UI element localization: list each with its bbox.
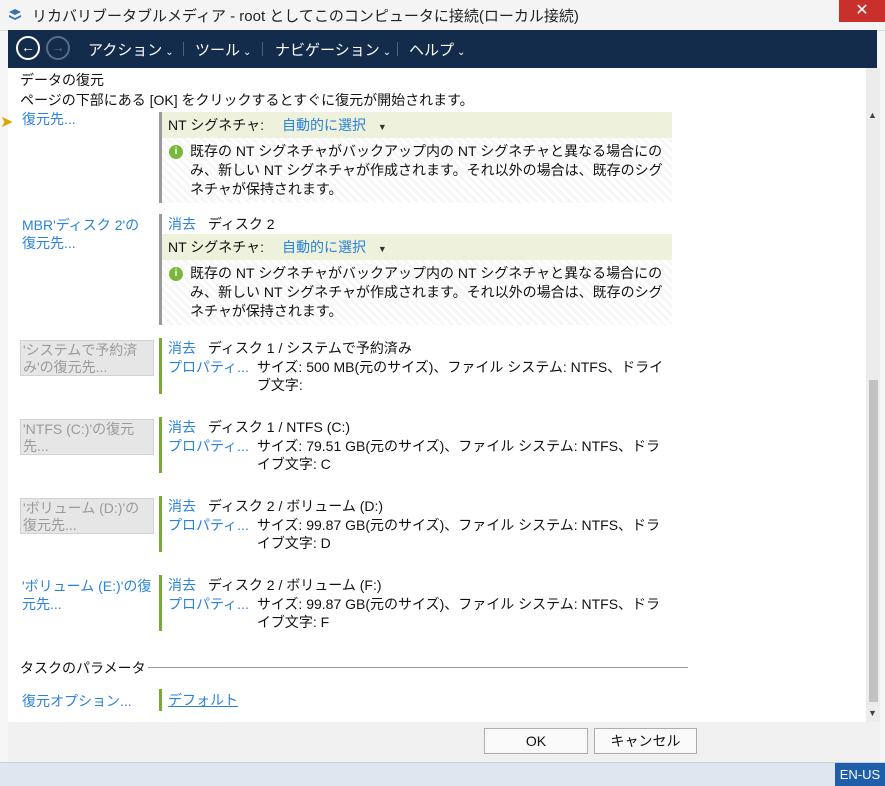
target-text: ディスク 2: [207, 216, 275, 232]
menu-navigation-label: ナビゲーション: [275, 42, 380, 59]
ntfs-c-panel: 消去 ディスク 1 / NTFS (C:) プロパティ... サイズ: 79.5…: [159, 417, 672, 473]
properties-details: サイズ: 99.87 GB(元のサイズ)、ファイル システム: NTFS、ドライ…: [256, 596, 661, 630]
mbr-disk2-panel: 消去 ディスク 2 NT シグネチャ: 自動的に選択 ▼ i 既存の NT シグ…: [159, 214, 672, 325]
task-params-title: タスクのパラメータ: [20, 660, 146, 676]
forward-button[interactable]: →: [46, 36, 70, 60]
menu-separator: [397, 42, 398, 56]
properties-line: プロパティ... サイズ: 99.87 GB(元のサイズ)、ファイル システム:…: [162, 516, 672, 552]
properties-line: プロパティ... サイズ: 79.51 GB(元のサイズ)、ファイル システム:…: [162, 437, 672, 473]
back-arrow-icon: ←: [21, 39, 35, 55]
ntfs-c-restore-button[interactable]: 'NTFS (C:)'の復元先...: [20, 419, 154, 455]
window-title: リカバリブータブルメディア - root としてこのコンピュータに接続(ローカル…: [32, 8, 579, 25]
properties-link[interactable]: プロパティ...: [168, 516, 249, 552]
properties-link[interactable]: プロパティ...: [168, 358, 249, 394]
mbr-disk2-restore-link[interactable]: MBR'ディスク 2'の復元先...: [22, 216, 152, 252]
menu-help[interactable]: ヘルプ ⌄: [409, 39, 465, 60]
properties-link[interactable]: プロパティ...: [168, 437, 249, 473]
properties-details: サイズ: 79.51 GB(元のサイズ)、ファイル システム: NTFS、ドライ…: [256, 438, 661, 472]
nt-signature-info: i 既存の NT シグネチャがバックアップ内の NT シグネチャと異なる場合にの…: [162, 260, 672, 325]
section-divider: [148, 667, 688, 668]
dialog-footer: OK キャンセル: [8, 722, 880, 762]
properties-line: プロパティ... サイズ: 500 MB(元のサイズ)、ファイル システム: N…: [162, 358, 672, 394]
volume-e-panel: 消去 ディスク 2 / ボリューム (F:) プロパティ... サイズ: 99.…: [159, 575, 672, 631]
chevron-down-icon: ⌄: [382, 47, 392, 58]
properties-link[interactable]: プロパティ...: [168, 595, 249, 631]
target-text: ディスク 2 / ボリューム (D:): [207, 498, 384, 514]
target-line: 消去 ディスク 2 / ボリューム (F:): [162, 575, 672, 595]
app-logo-icon: [9, 9, 21, 20]
volume-d-restore-button[interactable]: 'ボリューム (D:)'の復元先...: [20, 498, 154, 534]
menu-separator: [183, 42, 184, 56]
target-line: 消去 ディスク 1 / システムで予約済み: [162, 338, 672, 358]
page-title: データの復元: [20, 72, 104, 88]
vertical-scrollbar[interactable]: ▲ ▼: [866, 68, 880, 722]
toolbar: ← → アクション ⌄ ツール ⌄ ナビゲーション ⌄ ヘルプ ⌄: [8, 30, 877, 68]
page-description: ページの下部にある [OK] をクリックするとすぐに復元が開始されます。: [20, 92, 474, 108]
menu-tools[interactable]: ツール ⌄: [195, 39, 251, 60]
info-icon: i: [169, 145, 183, 159]
target-line: 消去 ディスク 2 / ボリューム (D:): [162, 496, 672, 516]
clear-link[interactable]: 消去: [168, 340, 196, 356]
chevron-down-icon: ⌄: [243, 47, 252, 58]
nt-signature-dropdown[interactable]: 自動的に選択: [282, 117, 366, 133]
close-button[interactable]: ✕: [839, 0, 885, 22]
system-reserved-restore-button[interactable]: 'システムで予約済み'の復元先...: [20, 340, 154, 376]
title-bar: リカバリブータブルメディア - root としてこのコンピュータに接続(ローカル…: [0, 0, 885, 31]
scroll-up-icon[interactable]: ▲: [868, 110, 877, 120]
ok-button[interactable]: OK: [484, 728, 588, 754]
nt-signature-info: i 既存の NT シグネチャがバックアップ内の NT シグネチャと異なる場合にの…: [162, 138, 672, 203]
menu-tools-label: ツール: [195, 42, 241, 59]
nt-signature-label: NT シグネチャ:: [168, 239, 265, 255]
restore-target-link[interactable]: 復元先...: [22, 110, 76, 128]
target-text: ディスク 2 / ボリューム (F:): [207, 577, 382, 593]
scrollbar-thumb[interactable]: [869, 380, 878, 702]
nt-signature-label: NT シグネチャ:: [168, 117, 265, 133]
language-indicator[interactable]: EN-US: [835, 763, 885, 786]
clear-link[interactable]: 消去: [168, 216, 196, 232]
nt-signature-row: NT シグネチャ: 自動的に選択 ▼: [162, 112, 672, 138]
menu-separator: [262, 42, 263, 56]
menu-help-label: ヘルプ: [409, 42, 455, 59]
chevron-down-icon: ⌄: [165, 47, 174, 58]
restore-options-panel: デフォルト: [159, 689, 238, 711]
status-bar: EN-US: [0, 762, 885, 786]
close-icon: ✕: [855, 2, 869, 19]
menu-action-label: アクション: [88, 42, 163, 59]
dropdown-caret-icon[interactable]: ▼: [378, 122, 387, 132]
properties-line: プロパティ... サイズ: 99.87 GB(元のサイズ)、ファイル システム:…: [162, 595, 672, 631]
target-line: 消去 ディスク 1 / NTFS (C:): [162, 417, 672, 437]
clear-link[interactable]: 消去: [168, 577, 196, 593]
properties-details: サイズ: 99.87 GB(元のサイズ)、ファイル システム: NTFS、ドライ…: [256, 517, 661, 551]
back-button[interactable]: ←: [16, 36, 40, 60]
nt-signature-row: NT シグネチャ: 自動的に選択 ▼: [162, 234, 672, 260]
default-option-link[interactable]: デフォルト: [168, 692, 238, 708]
cancel-button[interactable]: キャンセル: [594, 728, 697, 754]
info-icon: i: [169, 267, 183, 281]
clear-link[interactable]: 消去: [168, 498, 196, 514]
menu-action[interactable]: アクション ⌄: [88, 39, 174, 60]
volume-d-panel: 消去 ディスク 2 / ボリューム (D:) プロパティ... サイズ: 99.…: [159, 496, 672, 552]
dropdown-caret-icon[interactable]: ▼: [378, 244, 387, 254]
volume-e-restore-link[interactable]: 'ボリューム (E:)'の復元先...: [22, 577, 156, 613]
properties-details: サイズ: 500 MB(元のサイズ)、ファイル システム: NTFS、ドライブ文…: [256, 359, 664, 393]
mouse-cursor-icon: ➤: [0, 114, 14, 131]
main-content: データの復元 ページの下部にある [OK] をクリックするとすぐに復元が開始され…: [8, 68, 866, 722]
clear-link[interactable]: 消去: [168, 419, 196, 435]
chevron-down-icon: ⌄: [457, 47, 466, 58]
nt-signature-dropdown[interactable]: 自動的に選択: [282, 239, 366, 255]
menu-navigation[interactable]: ナビゲーション ⌄: [275, 39, 391, 60]
scroll-down-icon[interactable]: ▼: [868, 708, 877, 718]
restore-target-panel: NT シグネチャ: 自動的に選択 ▼ i 既存の NT シグネチャがバックアップ…: [159, 112, 672, 203]
forward-arrow-icon: →: [51, 39, 65, 55]
restore-options-link[interactable]: 復元オプション...: [22, 691, 132, 711]
info-text: 既存の NT シグネチャがバックアップ内の NT シグネチャと異なる場合にのみ、…: [190, 143, 663, 197]
target-text: ディスク 1 / NTFS (C:): [207, 419, 351, 435]
target-line: 消去 ディスク 2: [162, 214, 672, 234]
info-text: 既存の NT シグネチャがバックアップ内の NT シグネチャと異なる場合にのみ、…: [190, 265, 663, 319]
system-reserved-panel: 消去 ディスク 1 / システムで予約済み プロパティ... サイズ: 500 …: [159, 338, 672, 394]
target-text: ディスク 1 / システムで予約済み: [207, 340, 412, 356]
